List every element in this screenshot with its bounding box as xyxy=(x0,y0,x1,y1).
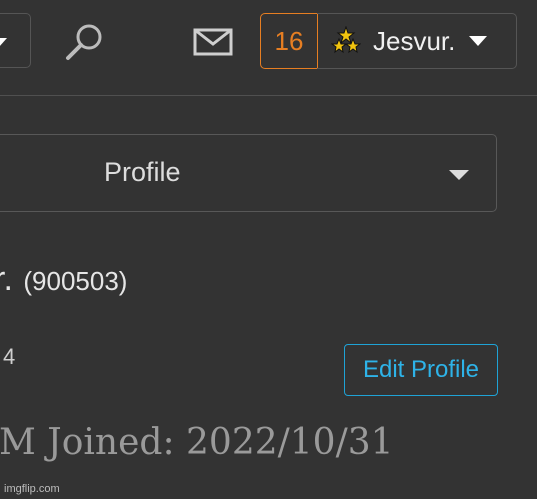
profile-stat-fragment: 4 xyxy=(3,344,16,369)
notification-count: 16 xyxy=(274,25,304,56)
rank-stars-icon xyxy=(330,25,362,56)
header-divider xyxy=(0,95,537,96)
nav-dropdown[interactable] xyxy=(0,13,31,68)
mail-icon[interactable] xyxy=(193,28,233,56)
user-menu-button[interactable]: Jesvur. xyxy=(317,13,517,69)
profile-username-line: r. (900503) xyxy=(0,260,127,299)
caret-down-icon xyxy=(0,38,7,47)
chevron-down-icon xyxy=(469,36,488,46)
caret-down-icon xyxy=(449,170,469,180)
search-icon[interactable] xyxy=(64,22,106,62)
profile-username: r. xyxy=(0,260,13,298)
edit-profile-button[interactable]: Edit Profile xyxy=(344,344,498,396)
notification-count-badge[interactable]: 16 xyxy=(260,13,318,69)
user-name: Jesvur. xyxy=(373,25,456,56)
profile-select-value: Profile xyxy=(104,157,181,187)
watermark: imgflip.com xyxy=(4,483,60,495)
profile-section-select[interactable]: Profile xyxy=(0,134,497,212)
joined-date: M Joined: 2022/10/31 xyxy=(0,422,394,463)
profile-user-id: (900503) xyxy=(23,266,128,296)
